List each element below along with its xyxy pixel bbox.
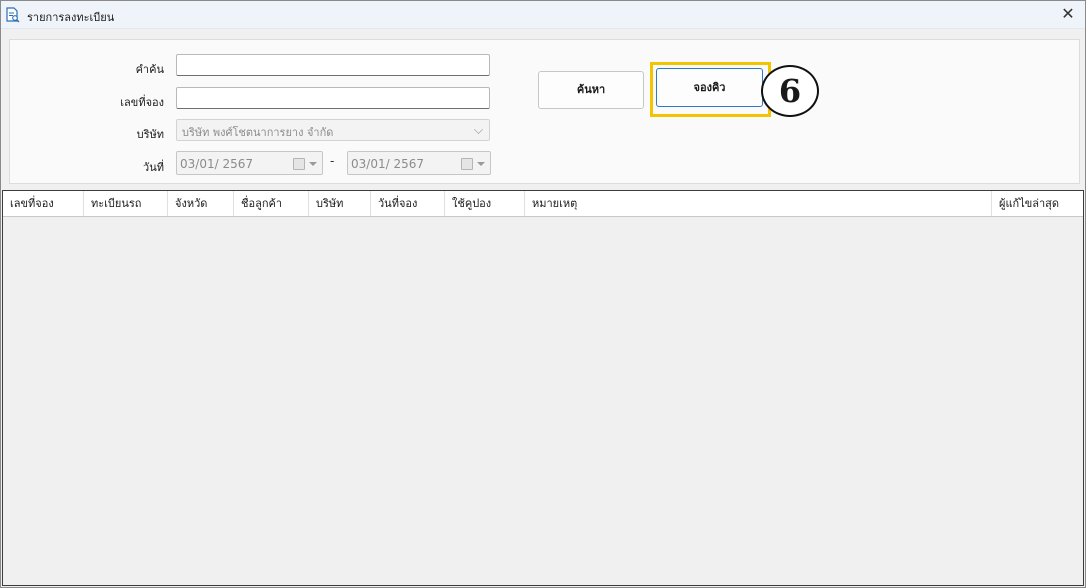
search-panel: คำค้น เลขที่จอง บริษัท บริษัท พงศ์โชตนาก… [9,39,1080,184]
date-to-picker[interactable]: 03/01/ 2567 [347,151,491,175]
dropdown-arrow-icon[interactable] [309,162,317,166]
document-search-icon [6,7,20,23]
company-label: บริษัท [136,128,164,141]
window-title: รายการลงทะเบียน [27,11,115,24]
close-icon[interactable]: ✕ [1057,5,1079,25]
date-from-picker[interactable]: 03/01/ 2567 [176,151,323,175]
chevron-down-icon [474,125,483,134]
registration-table[interactable]: เลขที่จอง ทะเบียนรถ จังหวัด ชื่อลูกค้า บ… [2,190,1084,586]
date-label: วันที่ [143,161,164,174]
date-range-separator: - [330,154,335,168]
company-select[interactable]: บริษัท พงศ์โชตนาการยาง จำกัด [176,119,490,141]
column-header-booking-date[interactable]: วันที่จอง [371,191,445,216]
booking-no-input[interactable] [176,87,490,109]
dropdown-arrow-icon[interactable] [477,162,485,166]
step-number-badge: 6 [761,65,819,117]
book-queue-button[interactable]: จองคิว [656,68,763,107]
title-bar: รายการลงทะเบียน ✕ [1,1,1085,29]
column-header-booking-no[interactable]: เลขที่จอง [3,191,84,216]
column-header-province[interactable]: จังหวัด [168,191,234,216]
company-select-value: บริษัท พงศ์โชตนาการยาง จำกัด [182,126,334,139]
keyword-input[interactable] [176,54,490,76]
date-to-value: 03/01/ 2567 [351,157,424,171]
column-header-plate[interactable]: ทะเบียนรถ [84,191,168,216]
column-header-company[interactable]: บริษัท [309,191,371,216]
search-button[interactable]: ค้นหา [538,71,644,109]
calendar-icon[interactable] [293,158,305,170]
calendar-icon[interactable] [461,158,473,170]
column-header-customer[interactable]: ชื่อลูกค้า [234,191,309,216]
keyword-label: คำค้น [135,63,164,76]
column-header-coupon[interactable]: ใช้คูปอง [445,191,525,216]
booking-no-label: เลขที่จอง [120,96,164,109]
registration-list-window: รายการลงทะเบียน ✕ คำค้น เลขที่จอง บริษัท… [0,0,1086,588]
column-header-remark[interactable]: หมายเหตุ [525,191,992,216]
date-from-value: 03/01/ 2567 [180,157,253,171]
column-header-last-editor[interactable]: ผู้แก้ไขล่าสุด [992,191,1083,216]
table-header: เลขที่จอง ทะเบียนรถ จังหวัด ชื่อลูกค้า บ… [3,191,1083,217]
